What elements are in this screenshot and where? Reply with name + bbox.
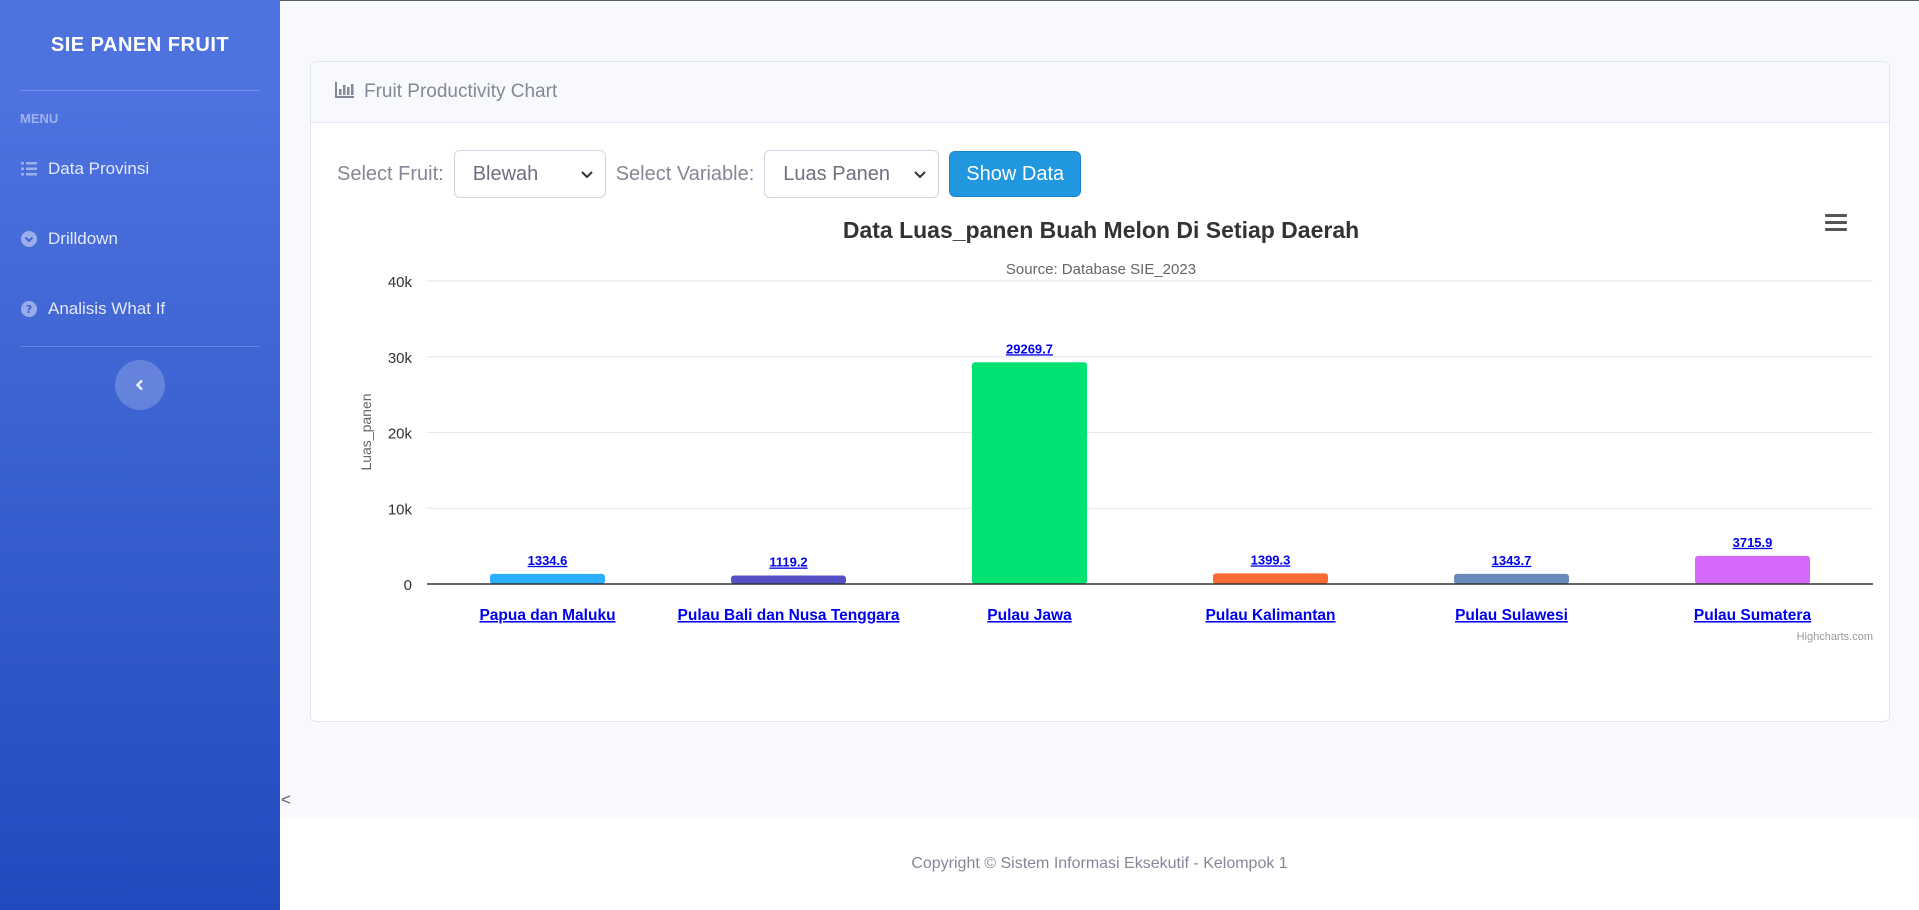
chevron-circle-down-icon (20, 230, 38, 248)
fruit-select[interactable]: Blewah (453, 150, 606, 198)
sidebar-item-label: Analisis What If (48, 299, 166, 318)
chevron-down-icon (580, 167, 593, 182)
data-label: 1119.2 (769, 555, 807, 570)
sidebar: SIE PANEN FRUIT MENU Data Provinsi Drill… (0, 0, 280, 910)
menu-heading: MENU (20, 111, 59, 126)
y-tick-label: 20k (388, 426, 413, 443)
top-border (0, 0, 1919, 1)
bar-pulau-sumatera (1695, 555, 1810, 584)
sidebar-item-analisis-what-if[interactable]: ? Analisis What If (0, 274, 280, 344)
variable-select[interactable]: Luas Panen (764, 150, 940, 198)
chart-container: Data Luas_panen Buah Melon Di Setiap Dae… (311, 200, 1889, 720)
y-axis-label: Luas_panen (358, 393, 374, 470)
y-tick-label: 10k (388, 501, 413, 518)
show-data-button[interactable]: Show Data (949, 151, 1082, 197)
y-tick-label: 40k (388, 274, 413, 291)
chart-subtitle: Source: Database SIE_2023 (1006, 261, 1196, 278)
sidebar-divider (20, 346, 260, 347)
y-tick-label: 0 (404, 577, 412, 594)
bar-pulau-sulawesi (1454, 573, 1569, 584)
fruit-select-value: Blewah (472, 162, 539, 185)
list-icon (20, 160, 38, 178)
footer-copyright: Copyright © Sistem Informasi Eksekutif -… (911, 855, 1288, 872)
chart-menu-icon[interactable] (1825, 214, 1847, 232)
data-label: 1399.3 (1251, 552, 1291, 567)
sidebar-item-drilldown[interactable]: Drilldown (0, 204, 280, 274)
chevron-down-icon (914, 167, 927, 182)
bar-papua-dan-maluku (490, 573, 605, 584)
bar-pulau-jawa (972, 362, 1087, 584)
chart-credits: Highcharts.com (1797, 631, 1873, 643)
x-tick-label[interactable]: Pulau Kalimantan (1205, 607, 1335, 624)
data-label: 1334.6 (528, 553, 568, 568)
brand-title[interactable]: SIE PANEN FRUIT (0, 0, 280, 90)
bar-pulau-kalimantan (1213, 573, 1328, 584)
fruit-select-label: Select Fruit: (337, 162, 444, 185)
card-title: Fruit Productivity Chart (364, 81, 558, 102)
chart-card: Fruit Productivity Chart Select Fruit: B… (310, 61, 1890, 722)
svg-text:?: ? (26, 303, 32, 316)
x-tick-label[interactable]: Pulau Bali dan Nusa Tenggara (678, 607, 900, 624)
bar-pulau-bali-dan-nusa-tenggara (731, 575, 846, 584)
variable-select-value: Luas Panen (783, 162, 891, 185)
back-link[interactable]: < (281, 790, 291, 810)
chevron-left-icon (135, 379, 143, 391)
variable-select-label: Select Variable: (615, 162, 755, 185)
y-tick-label: 30k (388, 350, 413, 367)
card-header: Fruit Productivity Chart (311, 62, 1889, 123)
sidebar-item-label: Data Provinsi (48, 159, 150, 178)
footer: Copyright © Sistem Informasi Eksekutif -… (280, 818, 1919, 910)
sidebar-item-data-provinsi[interactable]: Data Provinsi (0, 134, 280, 204)
x-tick-label[interactable]: Pulau Sumatera (1694, 607, 1812, 624)
chart-title: Data Luas_panen Buah Melon Di Setiap Dae… (843, 217, 1359, 243)
sidebar-toggle-button[interactable] (115, 360, 165, 410)
x-tick-label[interactable]: Pulau Sulawesi (1455, 607, 1568, 624)
data-label: 3715.9 (1733, 535, 1773, 550)
bar-chart: Data Luas_panen Buah Melon Di Setiap Dae… (358, 217, 1873, 643)
filter-controls: Select Fruit: Blewah Select Variable: Lu… (337, 150, 1082, 198)
question-circle-icon: ? (20, 300, 38, 318)
data-label: 1343.7 (1492, 553, 1532, 568)
bar-chart-icon (335, 81, 354, 103)
x-tick-label[interactable]: Papua dan Maluku (479, 607, 615, 624)
x-tick-label[interactable]: Pulau Jawa (987, 607, 1072, 624)
data-label: 29269.7 (1006, 341, 1053, 356)
sidebar-item-label: Drilldown (48, 229, 118, 248)
